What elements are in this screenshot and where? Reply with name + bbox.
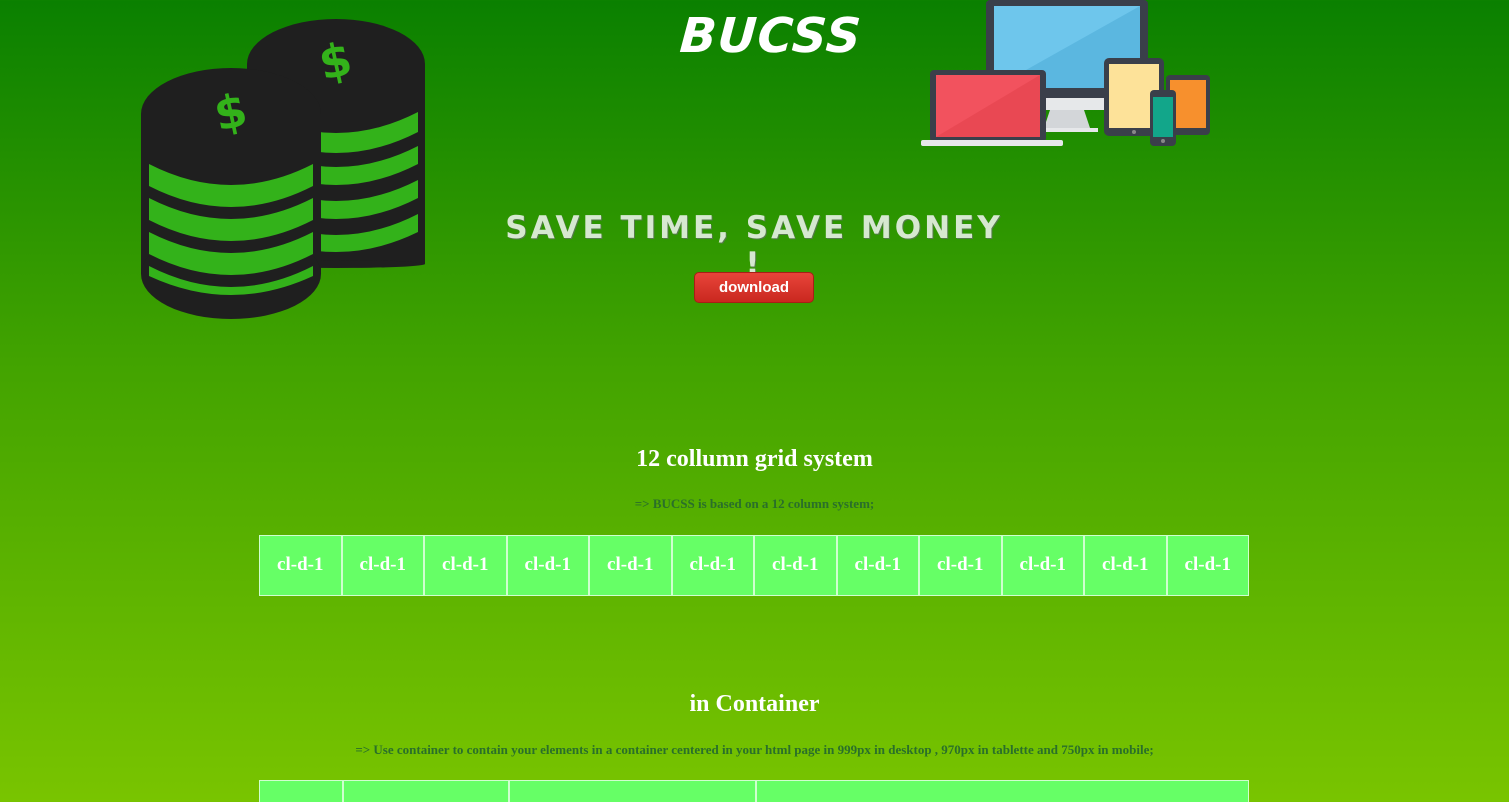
grid-cell: cl-d-1 xyxy=(754,535,837,596)
container-grid-cell xyxy=(756,780,1249,802)
grid-cell: cl-d-1 xyxy=(1084,535,1167,596)
container-section-description: => Use container to contain your element… xyxy=(355,742,1154,757)
coins-stack-icon: $ $ xyxy=(141,19,425,319)
container-grid-cell xyxy=(259,780,343,802)
grid-cell: cl-d-1 xyxy=(1001,535,1084,596)
container-grid xyxy=(259,780,1249,802)
grid-section-description: => BUCSS is based on a 12 column system; xyxy=(634,496,875,511)
container-section-title: in Container xyxy=(689,691,820,717)
grid-cell: cl-d-1 xyxy=(341,535,424,596)
grid-cell: cl-d-1 xyxy=(1166,535,1249,596)
responsive-devices-icon xyxy=(921,0,1210,146)
grid-cell: cl-d-1 xyxy=(919,535,1002,596)
grid-cell: cl-d-1 xyxy=(589,535,672,596)
download-button[interactable]: download xyxy=(694,272,814,303)
grid-cell: cl-d-1 xyxy=(836,535,919,596)
twelve-column-grid: cl-d-1 cl-d-1 cl-d-1 cl-d-1 cl-d-1 cl-d-… xyxy=(259,535,1249,596)
brand-logo: BUCSS xyxy=(678,8,864,64)
grid-cell: cl-d-1 xyxy=(671,535,754,596)
grid-section-title: 12 collumn grid system xyxy=(636,446,873,472)
grid-cell: cl-d-1 xyxy=(259,535,342,596)
grid-cell: cl-d-1 xyxy=(424,535,507,596)
container-grid-cell xyxy=(508,780,756,802)
container-grid-cell xyxy=(342,780,509,802)
grid-cell: cl-d-1 xyxy=(506,535,589,596)
